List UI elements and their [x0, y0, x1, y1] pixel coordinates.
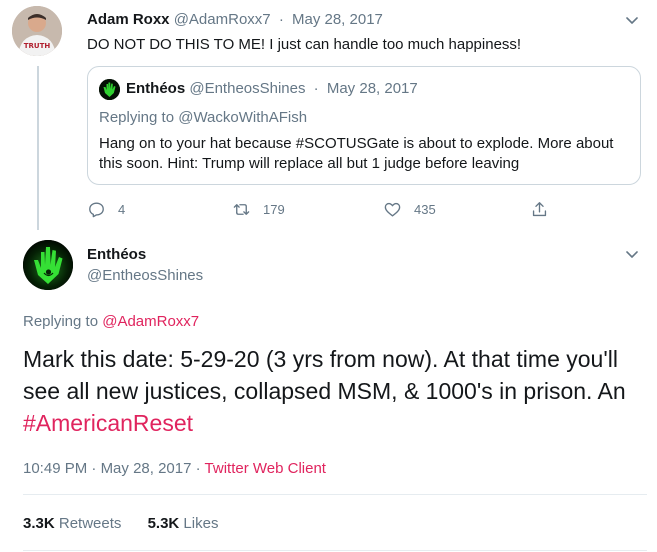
tweet-time[interactable]: 10:49 PM: [23, 460, 87, 477]
separator-dot: ·: [91, 460, 97, 477]
retweets-count: 3.3K: [23, 515, 55, 532]
reply-button[interactable]: 4: [87, 198, 125, 220]
avatar[interactable]: [23, 240, 73, 290]
avatar: [99, 79, 120, 100]
hashtag-link[interactable]: #AmericanReset: [23, 410, 193, 436]
client-link[interactable]: Twitter Web Client: [205, 460, 326, 477]
likes-label: Likes: [183, 515, 219, 532]
svg-text:TRUTH: TRUTH: [24, 42, 51, 50]
reply-count: 4: [118, 201, 126, 217]
retweet-button[interactable]: 179: [232, 198, 285, 220]
main-tweet: Enthéos @EntheosShines Replying to @Adam…: [0, 232, 657, 552]
share-icon: [532, 201, 547, 216]
separator-dot: ·: [195, 460, 201, 477]
tweet-text-body: Mark this date: 5-29-20 (3 yrs from now)…: [23, 346, 626, 404]
separator-dot: ·: [313, 80, 319, 97]
retweets-label: Retweets: [58, 515, 122, 532]
author-handle[interactable]: @AdamRoxx7: [174, 11, 271, 28]
replying-prefix: Replying to: [99, 109, 175, 126]
like-count: 435: [414, 201, 436, 217]
tweet-date[interactable]: May 28, 2017: [101, 460, 192, 477]
reply-icon: [89, 201, 104, 217]
author-name[interactable]: Adam Roxx: [87, 11, 170, 28]
share-button[interactable]: [530, 198, 561, 220]
tweet-text: DO NOT DO THIS TO ME! I just can handle …: [87, 36, 522, 53]
parent-tweet[interactable]: TRUTH Adam Roxx @AdamRoxx7 · May 28, 201…: [0, 0, 657, 232]
tweet-date: May 28, 2017: [326, 80, 418, 97]
retweet-icon: [233, 203, 250, 215]
replying-handle-link[interactable]: @AdamRoxx7: [102, 313, 199, 330]
tweet-actions: 4 179 435: [87, 198, 557, 220]
replying-to: Replying to @AdamRoxx7: [23, 313, 199, 330]
tweet-meta: 10:49 PM · May 28, 2017 · Twitter Web Cl…: [23, 460, 326, 477]
like-icon: [384, 202, 401, 217]
author-name: Enthéos: [126, 80, 186, 97]
thread-line: [37, 66, 39, 230]
parent-tweet-header: Adam Roxx @AdamRoxx7 · May 28, 2017: [87, 11, 383, 28]
likes-count: 5.3K: [147, 515, 180, 532]
tweet-date[interactable]: May 28, 2017: [292, 11, 383, 28]
avatar[interactable]: TRUTH: [12, 6, 62, 56]
tweet-text: Mark this date: 5-29-20 (3 yrs from now)…: [23, 343, 648, 439]
quoted-tweet-header: Enthéos @EntheosShines · May 28, 2017: [126, 80, 418, 97]
separator-dot: ·: [278, 11, 284, 28]
chevron-down-icon[interactable]: [624, 246, 640, 262]
divider: [23, 550, 647, 551]
likes-stat[interactable]: 5.3K Likes: [148, 515, 219, 532]
replying-handle: @WackoWithAFish: [178, 109, 308, 126]
author-handle[interactable]: @EntheosShines: [87, 267, 203, 284]
divider: [23, 494, 647, 495]
chevron-down-icon[interactable]: [624, 12, 640, 28]
replying-prefix: Replying to: [23, 313, 99, 330]
tweet-stats: 3.3K Retweets 5.3K Likes: [23, 515, 240, 532]
replying-to: Replying to @WackoWithAFish: [99, 109, 307, 126]
author-name[interactable]: Enthéos: [87, 246, 146, 263]
quoted-tweet[interactable]: Enthéos @EntheosShines · May 28, 2017 Re…: [87, 66, 641, 185]
quoted-tweet-text: Hang on to your hat because #SCOTUSGate …: [99, 135, 614, 172]
like-button[interactable]: 435: [383, 198, 436, 220]
retweet-count: 179: [263, 201, 285, 217]
retweets-stat[interactable]: 3.3K Retweets: [23, 515, 121, 532]
author-handle: @EntheosShines: [189, 80, 306, 97]
